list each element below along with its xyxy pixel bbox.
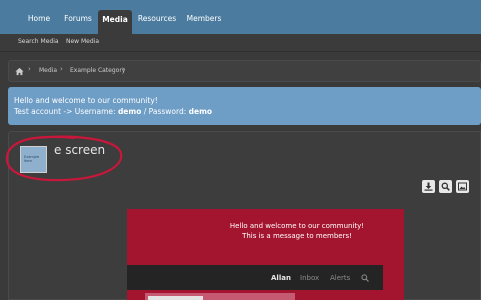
notice-line-2: Test account -> Username: demo / Passwor… xyxy=(14,106,481,117)
download-icon xyxy=(424,182,433,191)
notice-password: demo xyxy=(188,107,213,116)
preview-inbox: Inbox xyxy=(300,274,320,282)
preview-user: Allan xyxy=(271,274,291,282)
preview-message-line-1: Hello and welcome to our community! xyxy=(229,222,365,230)
search-icon xyxy=(361,274,369,282)
notice-line-1: Hello and welcome to our community! xyxy=(14,96,158,105)
preview-message-line-2: This is a message to members! xyxy=(242,232,352,240)
breadcrumb: › Media › Example Category › xyxy=(8,60,481,82)
chevron-right-icon: › xyxy=(60,65,63,73)
preview-alerts: Alerts xyxy=(330,274,351,282)
media-preview-image: Hello and welcome to our community! This… xyxy=(127,209,404,300)
zoom-icon xyxy=(441,182,450,191)
top-navigation: Home Forums Media Resources Members xyxy=(0,0,481,34)
new-media-link[interactable]: New Media xyxy=(66,38,99,45)
notice-account-prefix: Test account -> Username: xyxy=(14,107,118,116)
tab-resources[interactable]: Resources xyxy=(134,9,180,33)
image-button[interactable] xyxy=(456,180,469,193)
welcome-notice: Hello and welcome to our community! Test… xyxy=(8,87,481,125)
notice-username: demo xyxy=(117,107,142,116)
preview-tab-strip xyxy=(148,296,203,300)
download-button[interactable] xyxy=(422,180,435,193)
zoom-button[interactable] xyxy=(439,180,452,193)
tab-media[interactable]: Media xyxy=(98,10,132,34)
preview-message: Hello and welcome to our community! This… xyxy=(217,221,377,241)
preview-user-bar: Allan Inbox Alerts xyxy=(127,265,383,290)
chevron-right-icon: › xyxy=(122,65,125,73)
breadcrumb-example-category[interactable]: Example Category xyxy=(70,67,125,74)
tab-members[interactable]: Members xyxy=(181,9,227,33)
tab-home[interactable]: Home xyxy=(20,9,58,33)
red-annotation-circle xyxy=(5,135,123,182)
tab-forums[interactable]: Forums xyxy=(58,9,98,33)
sub-navigation: Search Media New Media xyxy=(0,34,481,52)
chevron-right-icon: › xyxy=(28,65,31,73)
notice-password-prefix: / Password: xyxy=(141,107,189,116)
breadcrumb-media[interactable]: Media xyxy=(39,67,57,74)
image-icon xyxy=(458,182,467,191)
home-icon[interactable] xyxy=(15,67,24,76)
search-media-link[interactable]: Search Media xyxy=(18,38,59,45)
